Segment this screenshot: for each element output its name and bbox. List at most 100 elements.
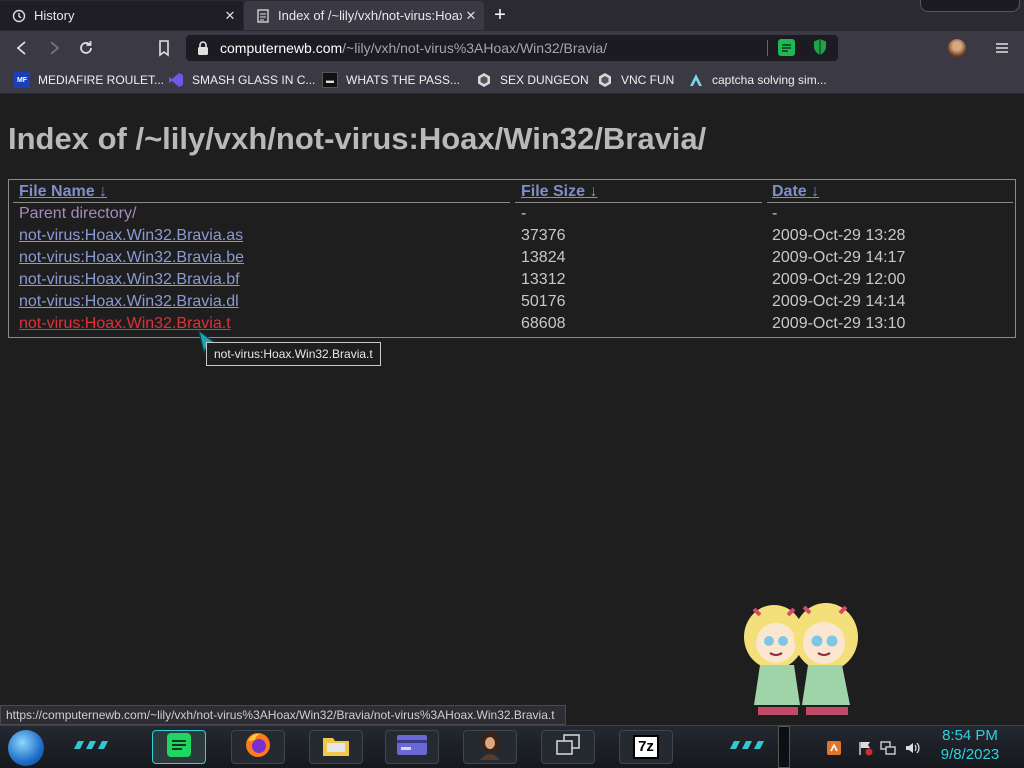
file-explorer-icon [321,732,351,763]
file-date: - [772,205,778,222]
bookmark-vnc-fun[interactable]: VNC FUN [597,71,674,89]
file-size: - [521,205,527,222]
taskbar-spotify[interactable] [152,730,206,764]
file-date: 2009-Oct-29 13:28 [772,227,906,244]
file-size: 13312 [521,271,566,288]
bookmark-label: SMASH GLASS IN C... [192,73,316,87]
avatar[interactable] [948,39,966,57]
forward-icon[interactable] [43,37,65,59]
bookmark-icon[interactable] [153,37,175,59]
column-label: File Name [19,183,95,200]
close-icon[interactable]: ✕ [221,8,239,24]
taskbar-card-app[interactable] [385,730,439,764]
column-date[interactable]: Date ↓ [772,183,819,201]
visual-studio-icon [168,72,184,88]
taskbar-firefox[interactable] [231,730,285,764]
bookmarks-bar: MF MEDIAFIRE ROULET... SMASH GLASS IN C.… [0,65,1024,94]
bookmark-label: VNC FUN [621,73,675,87]
column-label: Date [772,183,807,200]
vnc-icon [476,72,492,88]
sort-arrow-icon: ↓ [589,183,598,200]
7zip-icon: 7z [633,735,659,759]
extension-green-icon[interactable] [778,39,795,56]
new-tab-button[interactable]: + [488,4,512,26]
column-file-size[interactable]: File Size ↓ [521,183,597,201]
network-icon[interactable] [880,740,896,756]
vnc-icon [597,72,613,88]
tab-directory-index[interactable]: Index of /~lily/vxh/not-virus:Hoax/ ✕ [244,1,484,30]
taskbar-file-explorer[interactable] [309,730,363,764]
taskbar-divider [778,726,790,768]
bookmark-label: captcha solving sim... [712,73,827,87]
tab-history[interactable]: History ✕ [0,1,243,30]
window-switcher-icon [555,733,581,762]
reload-icon[interactable] [75,37,97,59]
tab-strip: History ✕ Index of /~lily/vxh/not-virus:… [0,0,1024,31]
sort-arrow-icon: ↓ [811,183,820,200]
mediafire-icon: MF [14,72,30,88]
file-date: 2009-Oct-29 14:17 [772,249,906,266]
close-icon[interactable]: ✕ [462,8,480,24]
column-file-name[interactable]: File Name ↓ [19,183,107,201]
bookmark-mediafire[interactable]: MF MEDIAFIRE ROULET... [14,71,164,89]
flag-icon[interactable] [857,740,873,756]
menu-icon[interactable] [991,37,1013,59]
navigation-toolbar: computernewb.com/~lily/vxh/not-virus%3AH… [0,31,1024,65]
chevron-decoration [74,741,108,749]
taskbar-7zip[interactable]: 7z [619,730,673,764]
bookmark-sex-dungeon[interactable]: SEX DUNGEON [476,71,589,89]
clock-date[interactable]: 9/8/2023 [930,746,1010,763]
file-listing-table: File Name ↓ File Size ↓ Date ↓ Parent di… [8,179,1016,338]
bookmark-captcha[interactable]: captcha solving sim... [688,71,827,89]
url-host: computernewb.com [220,40,343,56]
back-icon[interactable] [11,37,33,59]
history-icon [12,9,26,23]
file-link[interactable]: not-virus:Hoax.Win32.Bravia.dl [19,293,239,311]
header-divider [515,202,762,203]
file-size: 13824 [521,249,566,266]
bookmark-label: WHATS THE PASS... [346,73,461,87]
page-content: Index of /~lily/vxh/not-virus:Hoax/Win32… [0,95,1024,725]
header-divider [767,202,1013,203]
mascot-sticker [744,603,858,715]
card-app-icon [396,734,428,761]
address-divider [767,40,768,56]
address-bar[interactable]: computernewb.com/~lily/vxh/not-virus%3AH… [186,35,838,61]
file-link[interactable]: not-virus:Hoax.Win32.Bravia.be [19,249,244,267]
url-text: computernewb.com/~lily/vxh/not-virus%3AH… [220,40,607,56]
lock-icon [196,40,210,56]
spotify-icon [166,732,192,763]
tab-title: History [34,8,75,23]
link-tooltip: not-virus:Hoax.Win32.Bravia.t [206,342,381,366]
start-orb-icon[interactable] [8,730,44,766]
file-date: 2009-Oct-29 14:14 [772,293,906,310]
column-label: File Size [521,183,586,200]
status-url: https://computernewb.com/~lily/vxh/not-v… [0,705,566,725]
file-size: 50176 [521,293,566,310]
shield-icon[interactable] [812,38,828,56]
sort-arrow-icon: ↓ [99,183,108,200]
taskbar-portrait-app[interactable] [463,730,517,764]
bookmark-whats-the-pass[interactable]: ▬ WHATS THE PASS... [322,71,460,89]
bookmark-smash-glass[interactable]: SMASH GLASS IN C... [168,71,315,89]
window-decoration [920,0,1020,12]
file-size: 68608 [521,315,566,332]
bookmark-label: SEX DUNGEON [500,73,589,87]
page-title: Index of /~lily/vxh/not-virus:Hoax/Win32… [8,121,707,156]
file-size: 37376 [521,227,566,244]
file-link[interactable]: Parent directory/ [19,205,136,223]
file-link[interactable]: not-virus:Hoax.Win32.Bravia.as [19,227,243,245]
clock-time[interactable]: 8:54 PM [930,727,1010,744]
bookmark-label: MEDIAFIRE ROULET... [38,73,165,87]
taskbar-window-switcher[interactable] [541,730,595,764]
chevron-decoration [730,741,764,749]
page-icon [256,8,270,23]
tray-app-icon[interactable] [826,740,842,756]
tab-title: Index of /~lily/vxh/not-virus:Hoax/ [278,8,462,23]
triangle-logo-icon [688,72,704,88]
url-path: /~lily/vxh/not-virus%3AHoax/Win32/Bravia… [342,40,608,56]
volume-icon[interactable] [904,740,920,756]
dark-square-icon: ▬ [322,72,338,88]
file-link[interactable]: not-virus:Hoax.Win32.Bravia.bf [19,271,240,289]
portrait-app-icon [475,730,505,765]
